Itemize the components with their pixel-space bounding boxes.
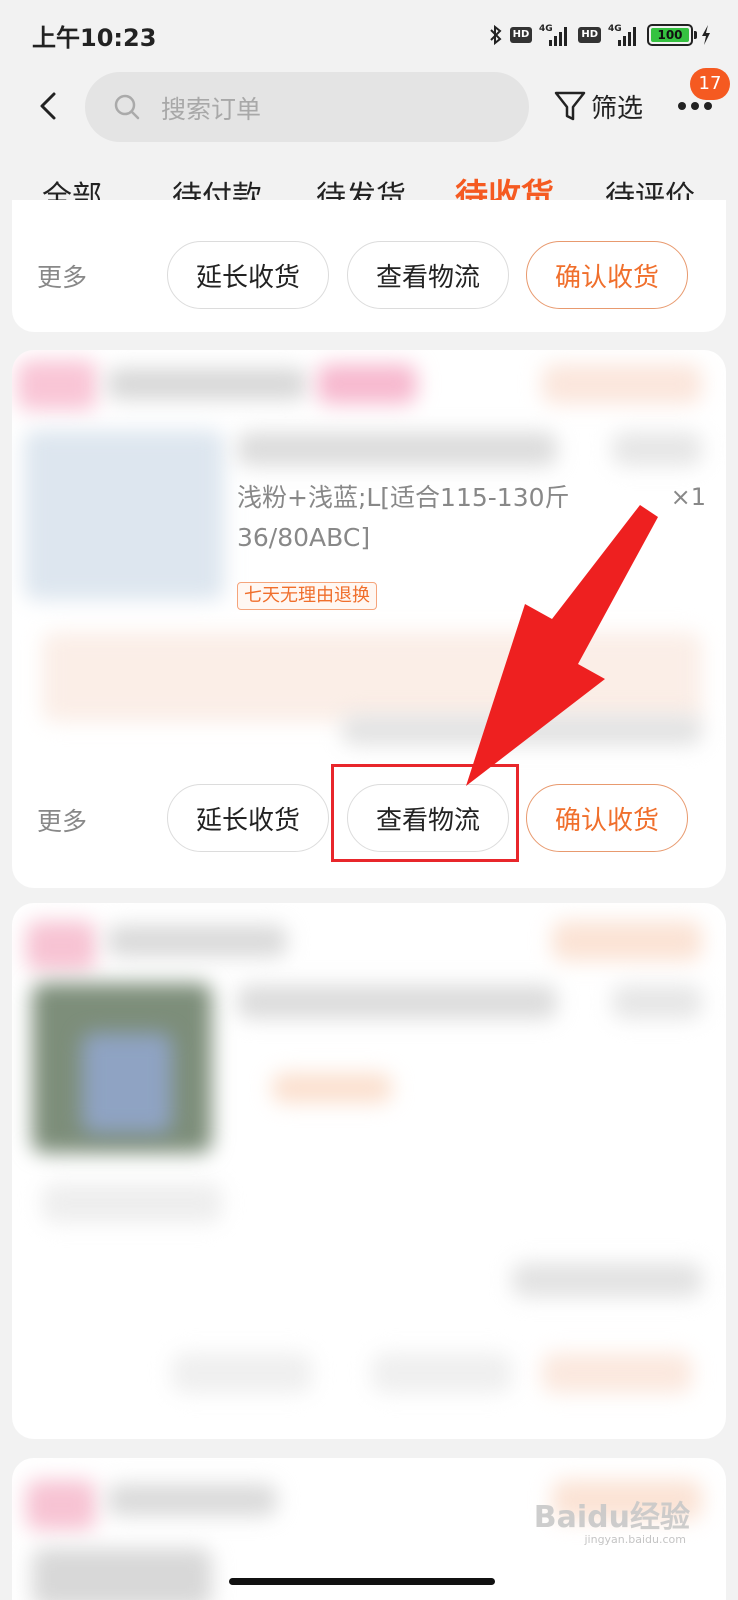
- filter-button[interactable]: 筛选: [553, 86, 643, 126]
- shop-name: [107, 1484, 277, 1516]
- status-time: 上午10:23: [32, 24, 157, 52]
- search-input[interactable]: 搜索订单: [85, 72, 529, 142]
- back-arrow-icon: [40, 92, 56, 120]
- product-quantity: ×1: [670, 483, 706, 511]
- header: 搜索订单 筛选: [0, 70, 738, 150]
- signal-icon: 4G: [539, 24, 568, 46]
- delivery-info: [42, 1183, 222, 1223]
- product-price: [612, 985, 702, 1019]
- signal-icon-2: 4G: [608, 24, 636, 46]
- home-indicator[interactable]: [229, 1578, 495, 1585]
- charging-icon: [702, 25, 710, 45]
- product-image-detail: [82, 1033, 172, 1133]
- action-button[interactable]: [372, 1353, 512, 1393]
- more-link-2[interactable]: 更多: [37, 802, 87, 838]
- status-bar: 上午10:23 HD 4G HD 4G 100: [0, 0, 738, 70]
- back-button[interactable]: [26, 84, 70, 128]
- action-button[interactable]: [172, 1353, 312, 1393]
- svg-text:4G: 4G: [539, 24, 553, 34]
- order-card-1: 更多 延长收货 查看物流 确认收货: [12, 200, 726, 332]
- hd-badge: HD: [509, 27, 533, 43]
- product-spec: 浅粉+浅蓝;L[适合115-130斤 36/80ABC]: [237, 483, 570, 552]
- product-title: [237, 985, 557, 1019]
- annotation-highlight-box: [331, 764, 519, 862]
- order-status: [542, 364, 702, 404]
- extend-receipt-button-2[interactable]: 延长收货: [167, 784, 329, 852]
- order-total: [342, 715, 702, 745]
- filter-label: 筛选: [591, 93, 644, 124]
- delivery-info: [42, 632, 702, 722]
- action-button-primary[interactable]: [542, 1353, 692, 1393]
- more-link[interactable]: 更多: [37, 258, 87, 294]
- product-image[interactable]: [32, 1548, 212, 1600]
- confirm-receipt-button-2[interactable]: 确认收货: [526, 784, 688, 852]
- product-price: [612, 432, 702, 466]
- filter-icon: [554, 91, 586, 121]
- status-icons: HD 4G HD 4G 100: [489, 18, 712, 52]
- notification-badge: 17: [690, 68, 730, 100]
- bluetooth-icon: [489, 24, 502, 46]
- hd-badge-2: HD: [578, 27, 601, 43]
- svg-text:4G: 4G: [608, 24, 622, 34]
- shop-logo: [17, 360, 97, 410]
- battery-icon: 100: [647, 24, 697, 46]
- confirm-receipt-button[interactable]: 确认收货: [526, 241, 688, 309]
- order-card-3: [12, 903, 726, 1439]
- shop-badge: [317, 364, 417, 404]
- shop-logo: [26, 921, 96, 971]
- return-policy-tag: 七天无理由退换: [237, 582, 377, 610]
- view-logistics-button[interactable]: 查看物流: [347, 241, 509, 309]
- watermark-url: jingyan.baidu.com: [584, 1533, 686, 1546]
- order-total: [512, 1263, 702, 1297]
- search-icon: [114, 94, 140, 120]
- search-placeholder: 搜索订单: [161, 95, 262, 124]
- battery-level: 100: [651, 28, 689, 42]
- shop-name: [107, 925, 287, 957]
- order-status: [552, 921, 702, 961]
- product-title: [237, 432, 557, 466]
- shop-logo: [26, 1480, 96, 1530]
- watermark-logo: Baidu经验: [533, 1500, 690, 1535]
- extend-receipt-button[interactable]: 延长收货: [167, 241, 329, 309]
- product-image[interactable]: [24, 430, 224, 600]
- shop-name: [107, 368, 307, 400]
- product-tag: [272, 1073, 392, 1103]
